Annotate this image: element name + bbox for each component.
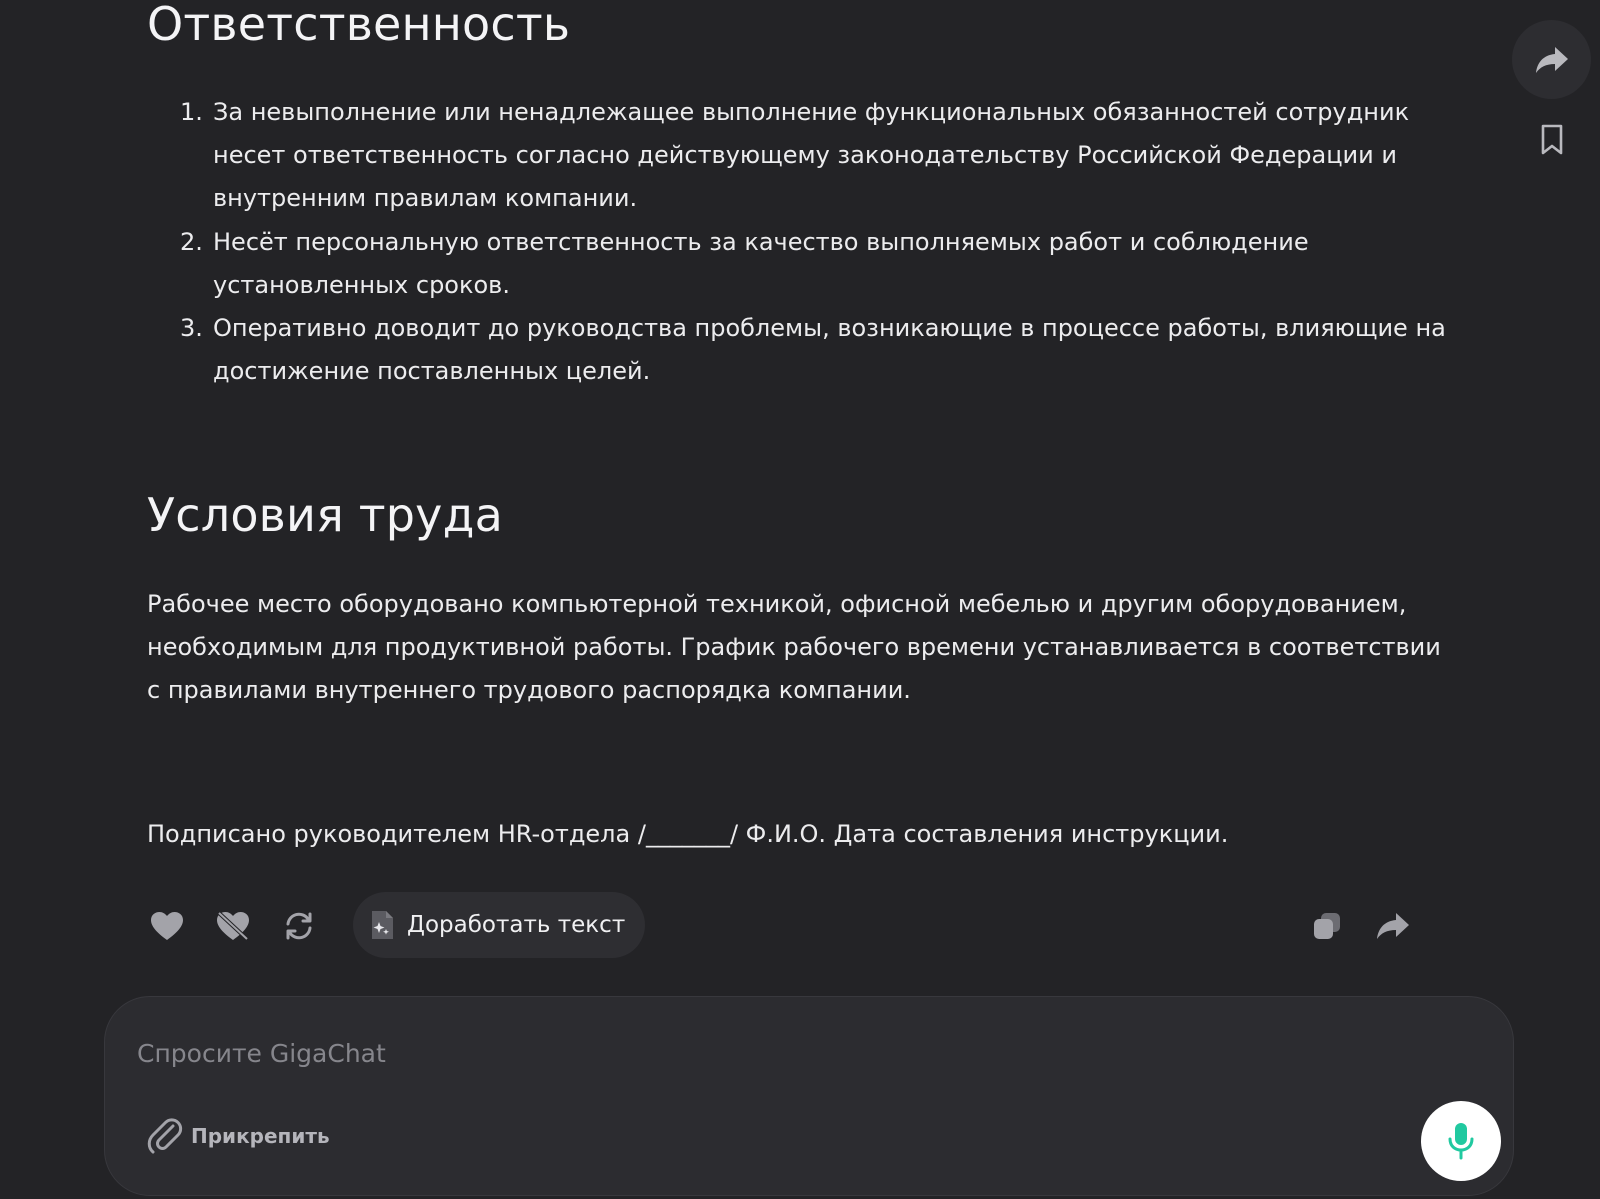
conditions-paragraph: Рабочее место оборудовано компьютерной т… bbox=[147, 590, 1441, 705]
share-arrow-icon bbox=[1377, 913, 1409, 939]
paperclip-icon bbox=[147, 1118, 183, 1154]
improve-text-button[interactable]: Доработать текст bbox=[353, 892, 646, 958]
responsibility-list: 1. За невыполнение или ненадлежащее выпо… bbox=[147, 91, 1447, 393]
message-actions: Доработать текст bbox=[147, 892, 1447, 960]
list-item-number: 2. bbox=[180, 227, 203, 256]
bookmark-button[interactable] bbox=[1534, 120, 1570, 160]
share-button[interactable] bbox=[1373, 906, 1413, 946]
prompt-input[interactable] bbox=[137, 1033, 1377, 1073]
sparkle-doc-icon bbox=[372, 911, 393, 939]
copy-button[interactable] bbox=[1307, 906, 1347, 946]
like-button[interactable] bbox=[147, 906, 187, 946]
list-item: 3. Оперативно доводит до руководства про… bbox=[147, 307, 1447, 393]
refresh-icon bbox=[286, 912, 312, 940]
list-item-number: 1. bbox=[180, 98, 203, 126]
section-title-responsibility: Ответственность bbox=[147, 0, 571, 51]
improve-text-label: Доработать текст bbox=[407, 912, 626, 938]
list-item-text: Несёт персональную ответственность за ка… bbox=[213, 227, 1309, 299]
signature-paragraph: Подписано руководителем HR-отдела /_____… bbox=[147, 820, 1229, 848]
bookmark-icon bbox=[1541, 124, 1563, 155]
microphone-button[interactable] bbox=[1421, 1101, 1501, 1181]
list-item-text: За невыполнение или ненадлежащее выполне… bbox=[213, 98, 1410, 213]
share-arrow-icon bbox=[1535, 46, 1568, 73]
list-item-number: 3. bbox=[180, 314, 203, 343]
heart-icon bbox=[151, 912, 183, 940]
attach-button[interactable]: Прикрепить bbox=[147, 1117, 330, 1155]
dislike-button[interactable] bbox=[213, 906, 253, 946]
message-composer: Прикрепить bbox=[104, 996, 1514, 1196]
regenerate-button[interactable] bbox=[279, 906, 319, 946]
microphone-icon bbox=[1448, 1123, 1474, 1160]
list-item: 2. Несёт персональную ответственность за… bbox=[147, 221, 1447, 307]
attach-label: Прикрепить bbox=[191, 1124, 330, 1148]
list-item: 1. За невыполнение или ненадлежащее выпо… bbox=[147, 91, 1447, 221]
heart-off-icon bbox=[217, 911, 249, 941]
section-title-conditions: Условия труда bbox=[147, 488, 503, 542]
copy-icon bbox=[1314, 913, 1340, 939]
list-item-text: Оперативно доводит до руководства пробле… bbox=[213, 314, 1446, 386]
top-share-button[interactable] bbox=[1512, 20, 1591, 99]
